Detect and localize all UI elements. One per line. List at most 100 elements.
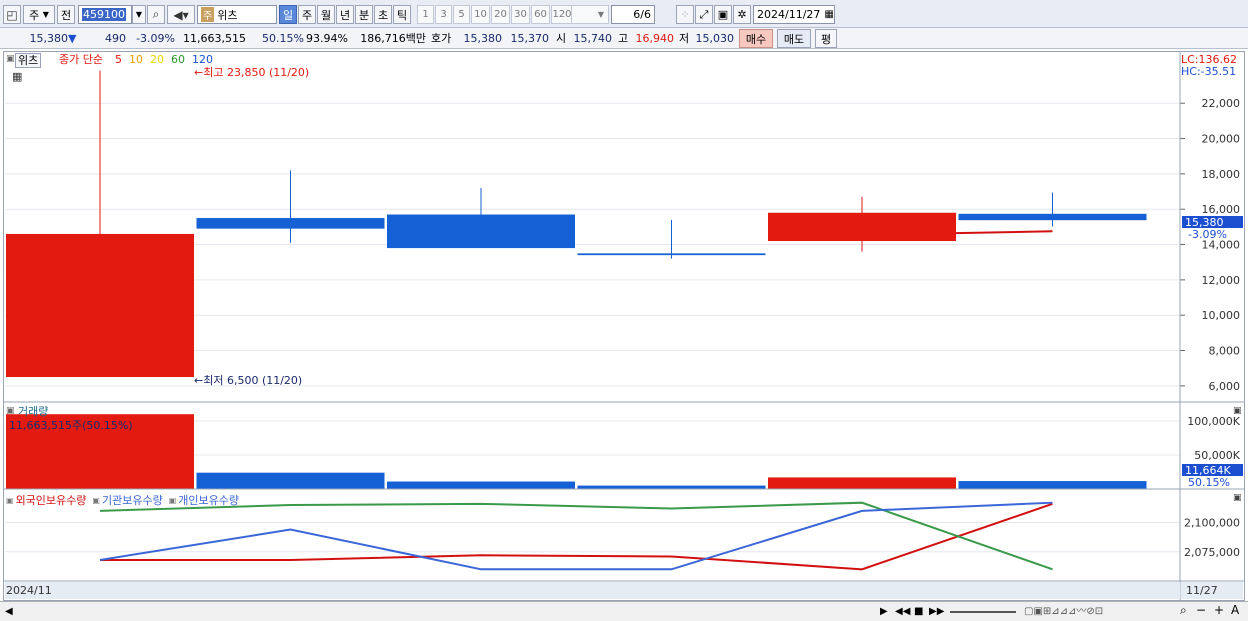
open-label: 시 [556,32,567,45]
tab-interval-10[interactable]: 10 [471,5,490,24]
panel-close-icon[interactable]: ▣ [1233,492,1242,505]
ma-period-60: 60 [171,53,185,66]
chart-svg[interactable]: 6,0008,00010,00012,00014,00016,00018,000… [4,52,1244,600]
holding-legend-label: 개인보유수량 [178,494,239,507]
tab-period-5[interactable]: 초 [374,5,392,24]
tab-interval-30[interactable]: 30 [511,5,530,24]
ma-legend: 5 10 20 60 120 [115,53,213,66]
chart-window: ◰ 주 ▼ 전 459100 ▼ ⌕ ◀▾ 주 위츠 일주월년분초틱 1 3 5 10 2… [0,0,1248,621]
sell-button[interactable]: 매도 [777,29,811,48]
holding-legend-label: 기관보유수량 [101,494,163,507]
candle-body [6,233,194,378]
hoga-label: 호가 [431,32,452,45]
amount-value: 186,716백만 [360,32,426,45]
low-marker-text: 최저 6,500 (11/20) [203,374,303,387]
tab-interval-3[interactable]: 3 [435,5,452,24]
tab-period-2[interactable]: 월 [317,5,335,24]
tab-interval-120[interactable]: 120 [551,5,573,24]
legend-box-icon: ▣ [168,495,177,505]
dots-icon[interactable]: ⁘ [676,5,694,24]
zoom-slider[interactable] [950,611,1016,613]
holding-lines [99,501,1053,571]
y-tick-label: 2,075,000 [1184,546,1240,559]
ma-period-5: 5 [115,53,122,66]
tab-interval-20[interactable]: 20 [491,5,510,24]
legend-box-icon: ▣ [6,495,14,505]
date-field[interactable]: 2024/11/27 ▦ [753,5,835,24]
ask-price: 15,380 [463,32,503,45]
candle-body [768,212,956,242]
change-percent: -3.09% [136,32,175,45]
scroll-left-icon[interactable]: ◀ [5,605,13,618]
chevron-down-icon: ▼ [135,10,143,19]
xaxis-end-label: 11/27 [1186,584,1218,597]
tab-interval-5[interactable]: 5 [453,5,470,24]
tab-period-4[interactable]: 분 [355,5,373,24]
interval-select[interactable]: ▼ [571,5,609,24]
gear-icon[interactable]: ✲ [733,5,751,24]
y-tick-label: 2,100,000 [1184,517,1240,530]
ma-period-120: 120 [192,53,213,66]
tab-period-0[interactable]: 일 [279,5,297,24]
chart-area[interactable]: 6,000 8,000 10,000 12,000 14,000 16,000 18,000… [3,51,1245,601]
volume-tag: 11,664K [1182,464,1243,477]
average-button[interactable]: 평 [815,29,837,48]
zoom-in-icon[interactable]: + [1214,604,1224,617]
panel-close-icon[interactable]: ▣ [1233,405,1242,418]
high-price: 16,940 [635,32,675,45]
ma5-line [955,230,1053,235]
high-marker-text: 최고 23,850 (11/20) [203,66,310,79]
tab-period-1[interactable]: 주 [298,5,316,24]
market-select[interactable]: 주 ▼ [23,5,55,24]
tool-icons[interactable]: ▢▣⊞⊿⊿⊿〰⊘⊡ [1024,605,1103,618]
collapse-icon[interactable]: ▣ [6,405,15,418]
open-price: 15,740 [573,32,613,45]
zoom-icon[interactable]: ⤢ [695,5,713,24]
magnifier-icon[interactable]: ⌕ [1180,604,1187,617]
count-field[interactable]: 6/6 [611,5,655,24]
forward-icon[interactable]: ▶▶ [929,605,944,618]
y-tick-label: 12,000 [1202,274,1241,287]
high-label: 고 [618,32,629,45]
prev-button[interactable]: 전 [57,5,75,24]
calculator-icon[interactable]: ▦ [12,70,22,83]
candles [6,70,1147,378]
y-tick-label: 18,000 [1202,168,1241,181]
tab-interval-60[interactable]: 60 [531,5,550,24]
volume-value: 11,663,515 [183,32,246,45]
font-icon[interactable]: A [1231,604,1239,617]
stop-icon[interactable]: ■ [914,605,923,618]
price-panel-title[interactable]: 위츠 [15,53,42,68]
down-arrow-icon: ▼ [68,32,77,45]
current-price: 15,380 [29,32,69,45]
speaker-icon[interactable]: ◀▾ [167,5,195,24]
hc-label: HC:-35.51 [1181,65,1237,78]
rewind-icon[interactable]: ◀◀ [895,605,910,618]
xaxis-start-label: 2024/11 [6,584,52,597]
zoom-out-icon[interactable]: − [1196,604,1206,617]
holding-legend-item: ▣ 개인보유수량 [169,492,239,508]
volume-bars [6,414,1147,489]
play-icon[interactable]: ▶ [880,605,888,618]
turnover-value: 50.15% [262,32,304,45]
holding-legend-label: 외국인보유수량 [15,494,87,507]
tab-period-3[interactable]: 년 [336,5,354,24]
volume-bar [387,481,575,489]
search-icon[interactable]: ⌕ [147,5,165,24]
volume-bar [768,477,956,489]
calendar-icon: ▦ [824,9,834,20]
y-tick-label: 6,000 [1209,380,1241,393]
buy-button[interactable]: 매수 [739,29,773,48]
candle-body [958,213,1147,221]
code-input[interactable]: 459100 [78,5,132,24]
count-value: 6 [633,8,641,21]
y-tick-label: 8,000 [1209,345,1241,358]
save-icon[interactable]: ▣ [714,5,732,24]
y-tick-label: 20,000 [1202,133,1241,146]
window-icon[interactable]: ◰ [3,5,21,24]
stock-name-field[interactable]: 주 위츠 [197,5,277,24]
volume-label: 11,663,515주(50.15%) [9,419,133,432]
code-dropdown[interactable]: ▼ [132,5,146,24]
tab-period-6[interactable]: 틱 [393,5,411,24]
tab-interval-1[interactable]: 1 [417,5,434,24]
